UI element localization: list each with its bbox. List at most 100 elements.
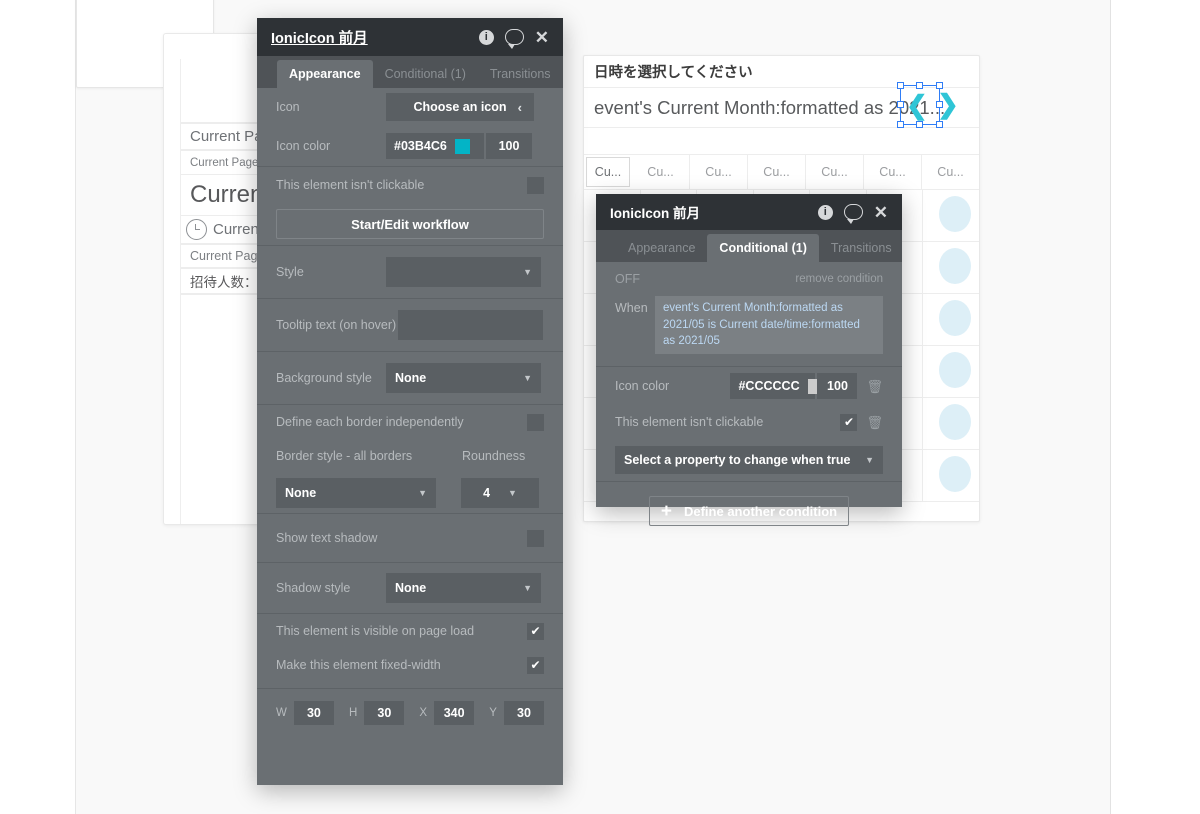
background-style-value: None [395, 371, 427, 385]
text-shadow-checkbox[interactable] [527, 529, 544, 547]
chevron-down-icon: ▼ [418, 488, 427, 498]
calendar-cell[interactable] [923, 190, 979, 241]
shadow-style-dropdown[interactable]: None ▼ [386, 573, 541, 603]
calendar-cell[interactable] [923, 242, 979, 293]
delete-icon[interactable]: 🗑 [866, 380, 883, 393]
border-style-dropdown[interactable]: None ▼ [276, 478, 436, 508]
tab-transitions[interactable]: Transitions [478, 60, 563, 88]
delete-icon[interactable]: 🗑 [866, 416, 883, 429]
row-tooltip: Tooltip text (on hover) [257, 299, 563, 351]
panel-header[interactable]: IonicIcon 前月 i ✕ [257, 18, 563, 56]
chevron-left-icon: ‹ [517, 99, 522, 115]
icon-color-opacity[interactable]: 100 [486, 133, 532, 159]
calendar-day-blob [939, 248, 972, 284]
style-label: Style [276, 265, 304, 279]
when-label: When [615, 301, 648, 315]
not-clickable-checkbox[interactable] [527, 176, 544, 194]
calendar-weekday-4[interactable]: Cu... [806, 155, 864, 189]
calendar-weekday-0[interactable]: Cu... [586, 157, 630, 187]
icon-color-opacity[interactable]: 100 [817, 373, 858, 400]
resize-handle-nw[interactable] [897, 82, 904, 89]
tab-appearance[interactable]: Appearance [616, 234, 707, 262]
row-fixed-width: Make this element fixed-width ✔ [257, 648, 563, 682]
calendar-cell[interactable] [923, 294, 979, 345]
close-icon[interactable]: ✕ [874, 204, 888, 221]
chat-icon[interactable] [504, 29, 524, 49]
chevron-down-icon: ▼ [523, 267, 532, 277]
row-text-shadow: Show text shadow [257, 514, 563, 562]
chevron-right-icon[interactable]: ❯ [937, 91, 959, 117]
icon-color-field[interactable]: #03B4C6 [386, 133, 484, 159]
background-style-dropdown[interactable]: None ▼ [386, 363, 541, 393]
choose-an-icon-button[interactable]: Choose an icon ‹ [386, 93, 534, 121]
chevron-left-icon[interactable]: ❮ [906, 92, 928, 118]
tooltip-input[interactable] [398, 310, 543, 340]
tab-transitions[interactable]: Transitions [819, 234, 904, 262]
x-input[interactable]: 340 [434, 701, 475, 725]
resize-handle-n[interactable] [916, 82, 923, 89]
row-background-style: Background style None ▼ [257, 352, 563, 404]
icon-color-label: Icon color [276, 139, 331, 153]
calendar-weekday-3[interactable]: Cu... [748, 155, 806, 189]
calendar-weekday-1[interactable]: Cu... [632, 155, 690, 189]
y-input[interactable]: 30 [503, 701, 545, 725]
calendar-cell[interactable] [923, 346, 979, 397]
start-edit-workflow-button[interactable]: Start/Edit workflow [276, 209, 544, 239]
row-dimensions: W 30 H 30 X 340 Y 30 [257, 689, 563, 737]
choose-an-icon-label: Choose an icon [413, 100, 507, 114]
width-input[interactable]: 30 [293, 701, 334, 725]
calendar-weekday-2[interactable]: Cu... [690, 155, 748, 189]
background-style-label: Background style [276, 371, 372, 385]
tab-conditional[interactable]: Conditional (1) [707, 234, 819, 262]
icon-color-field[interactable]: #CCCCCC [730, 373, 823, 400]
resize-handle-s[interactable] [916, 121, 923, 128]
row-not-clickable: This element isn't clickable [257, 167, 563, 203]
panel-title: IonicIcon 前月 [610, 206, 701, 221]
when-expression[interactable]: event's Current Month:formatted as 2021/… [655, 296, 883, 355]
select-property-dropdown[interactable]: Select a property to change when true ▼ [615, 446, 883, 475]
calendar-cell[interactable] [923, 450, 979, 501]
canvas-left-gutter [0, 0, 76, 814]
define-another-condition-button[interactable]: + Define another condition [649, 496, 849, 527]
color-swatch[interactable] [454, 138, 470, 154]
resize-handle-w[interactable] [897, 101, 904, 108]
calendar-day-blob [939, 404, 972, 440]
row-workflow: Start/Edit workflow [257, 203, 563, 245]
y-label: Y [489, 707, 497, 719]
close-icon[interactable]: ✕ [535, 29, 549, 46]
info-icon[interactable]: i [478, 29, 494, 45]
height-input[interactable]: 30 [364, 701, 405, 725]
remove-condition-link[interactable]: remove condition [795, 273, 883, 285]
height-label: H [348, 707, 358, 719]
shadow-style-value: None [395, 581, 427, 595]
fixed-width-checkbox[interactable]: ✔ [527, 656, 544, 674]
tab-appearance[interactable]: Appearance [277, 60, 373, 88]
tab-conditional[interactable]: Conditional (1) [373, 60, 478, 88]
condition-state-label[interactable]: OFF [615, 272, 795, 286]
calendar-cell[interactable] [923, 398, 979, 449]
define-borders-checkbox[interactable] [527, 413, 544, 431]
panel-tabs: Appearance Conditional (1) Transitions [257, 56, 563, 88]
chat-icon[interactable] [843, 204, 863, 224]
panel-header[interactable]: IonicIcon 前月 i ✕ [596, 194, 902, 230]
style-dropdown[interactable]: ▼ [386, 257, 541, 287]
border-style-label: Border style - all borders [276, 449, 413, 463]
row-border-fields: None ▼ 4 ▼ [257, 473, 563, 513]
border-style-value: None [285, 486, 317, 500]
resize-handle-sw[interactable] [897, 121, 904, 128]
resize-handle-ne[interactable] [936, 82, 943, 89]
panel-header-icons: i ✕ [478, 29, 549, 49]
row-shadow-style: Shadow style None ▼ [257, 563, 563, 613]
chevron-down-icon: ▼ [523, 583, 532, 593]
tooltip-label: Tooltip text (on hover) [276, 318, 397, 332]
info-icon[interactable]: i [817, 204, 833, 220]
calendar-weekday-6[interactable]: Cu... [922, 155, 979, 189]
visible-on-load-checkbox[interactable]: ✔ [527, 622, 544, 640]
property-editor-panel-appearance: IonicIcon 前月 i ✕ Appearance Conditional … [257, 18, 563, 785]
not-clickable-checkbox[interactable]: ✔ [840, 413, 858, 431]
roundness-dropdown[interactable]: 4 ▼ [461, 478, 539, 508]
row-icon-color: Icon color #CCCCCC 100 🗑 [596, 367, 902, 405]
resize-handle-se[interactable] [936, 121, 943, 128]
not-clickable-label: This element isn't clickable [276, 178, 425, 192]
calendar-weekday-5[interactable]: Cu... [864, 155, 922, 189]
